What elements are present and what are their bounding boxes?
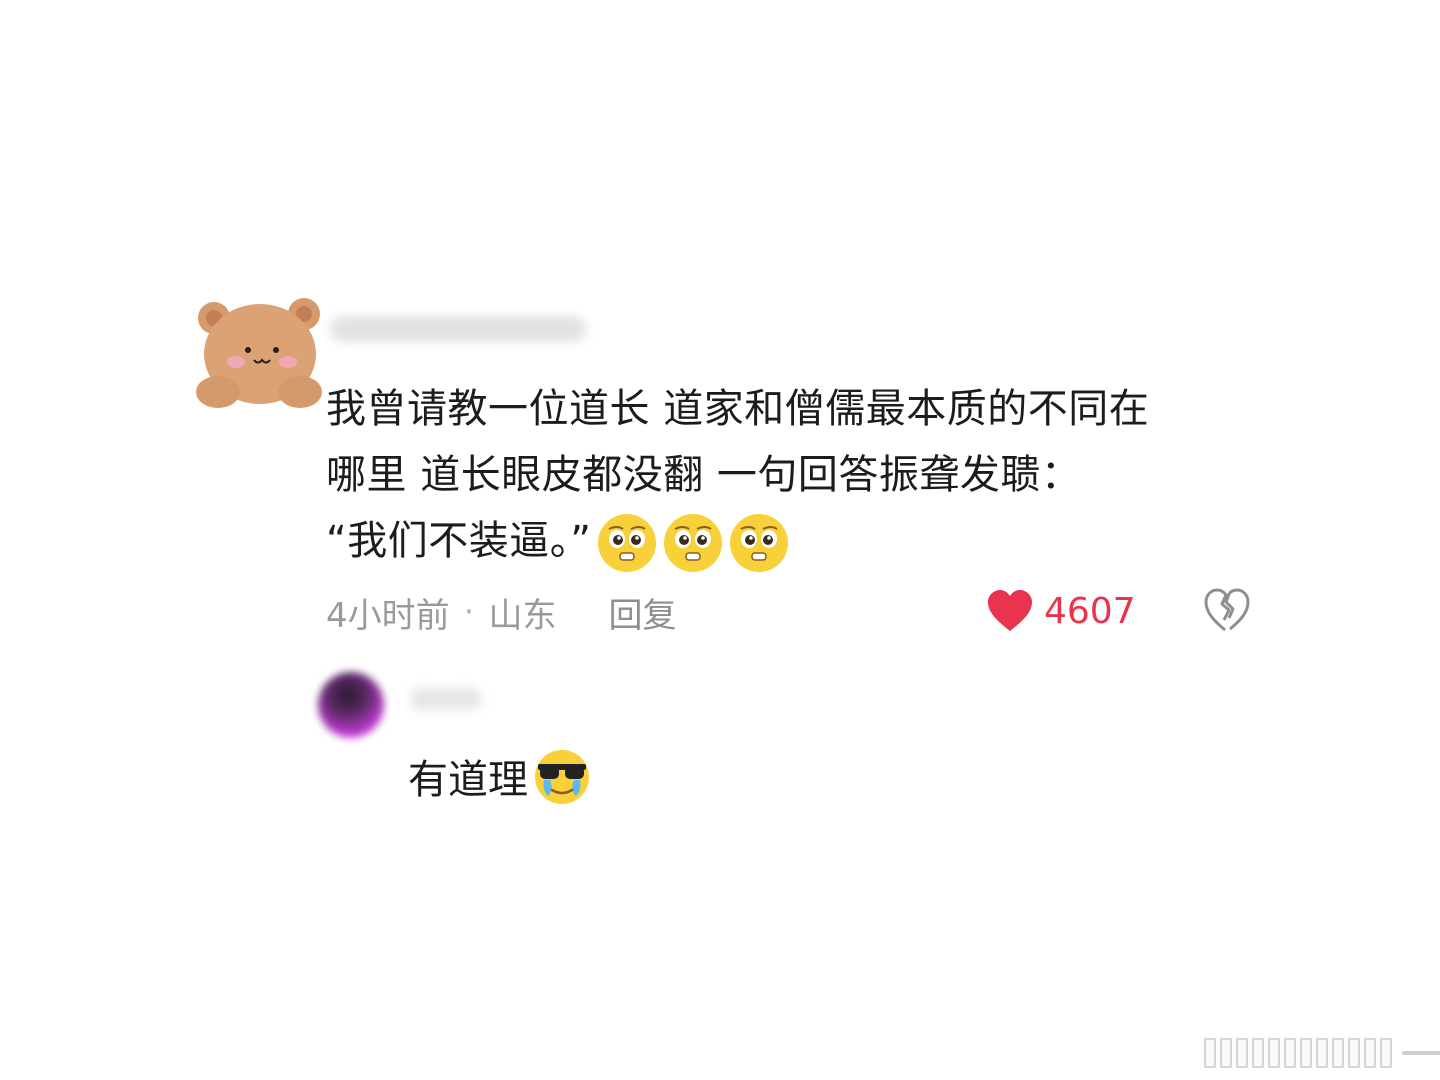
heart-icon [988, 590, 1032, 631]
emoji-group [595, 511, 791, 575]
reply-body: 有道理 [408, 746, 594, 806]
indicator-bar [1252, 1038, 1264, 1068]
pleading-face-icon [664, 514, 723, 572]
meta-separator: · [463, 592, 475, 632]
indicator-bar [1268, 1038, 1280, 1068]
pleading-face-icon [598, 514, 657, 572]
comment-time: 4小时前 [326, 595, 450, 636]
indicator-bar [1348, 1038, 1360, 1068]
comment-line-3-text: “我们不装逼。” [326, 518, 592, 564]
comment-body: 我曾请教一位道长 道家和僧儒最本质的不同在 哪里 道长眼皮都没翻 一句回答振聋发… [326, 376, 1246, 575]
bottom-indicator [1204, 1038, 1440, 1068]
like-count: 4607 [1044, 590, 1136, 632]
like-button[interactable]: 4607 [986, 586, 1136, 636]
username-blurred[interactable] [330, 316, 586, 342]
comment-line-3: “我们不装逼。” [326, 508, 1246, 575]
indicator-bar [1204, 1038, 1216, 1068]
broken-heart-icon[interactable] [1203, 588, 1251, 634]
indicator-dash [1402, 1051, 1440, 1055]
sunglasses-crying-face-icon [535, 750, 589, 804]
reply-text: 有道理 [408, 757, 528, 803]
comment-screen: 我曾请教一位道长 道家和僧儒最本质的不同在 哪里 道长眼皮都没翻 一句回答振聋发… [0, 0, 1440, 1080]
reply-avatar[interactable] [318, 672, 384, 738]
indicator-bar [1284, 1038, 1296, 1068]
reply-username-blurred[interactable] [410, 688, 482, 710]
indicator-bar [1332, 1038, 1344, 1068]
indicator-bar [1300, 1038, 1312, 1068]
indicator-bar [1316, 1038, 1328, 1068]
avatar[interactable] [192, 292, 326, 414]
reply-button[interactable]: 回复 [608, 588, 676, 637]
indicator-bar [1364, 1038, 1376, 1068]
comment-line-2: 哪里 道长眼皮都没翻 一句回答振聋发聩： [326, 452, 1082, 498]
comment-location: 山东 [488, 595, 557, 636]
indicator-bar [1380, 1038, 1392, 1068]
indicator-bar [1220, 1038, 1232, 1068]
pleading-face-icon [730, 514, 789, 572]
comment-line-1: 我曾请教一位道长 道家和僧儒最本质的不同在 [326, 386, 1150, 432]
comment-meta: 4小时前 · 山东 回复 [326, 588, 676, 636]
indicator-bar [1236, 1038, 1248, 1068]
